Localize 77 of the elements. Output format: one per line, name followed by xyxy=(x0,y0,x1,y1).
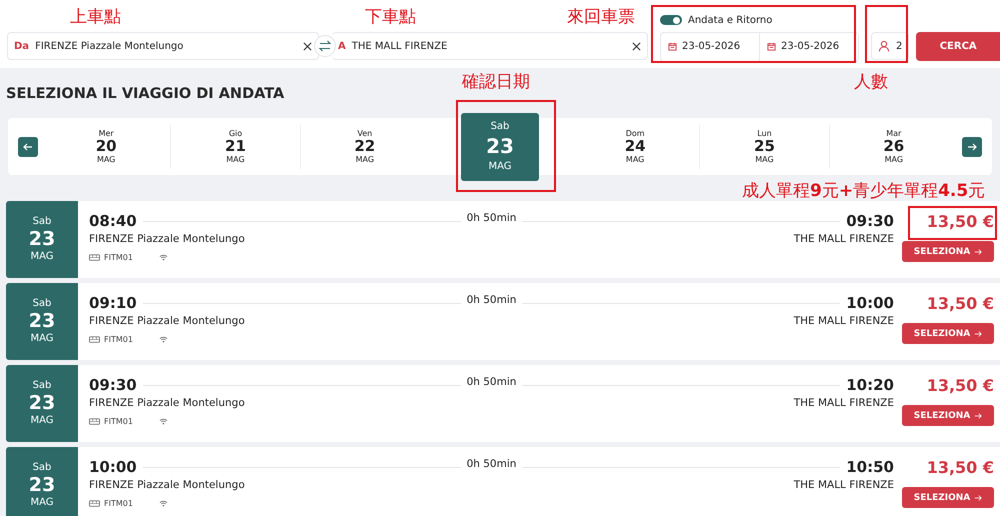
trip-date: Sab 23 MAG xyxy=(6,365,78,442)
select-button[interactable]: SELEZIONA xyxy=(902,323,994,344)
bus-code: FITM01 xyxy=(104,417,133,426)
date-tab[interactable]: Lun 25 MAG xyxy=(699,124,829,168)
duration: 0h 50min xyxy=(466,294,516,306)
wifi-icon xyxy=(158,336,168,343)
price: 13,50 € xyxy=(926,458,994,477)
clear-icon[interactable] xyxy=(303,42,312,50)
arrival-stop: THE MALL FIRENZE xyxy=(794,397,894,409)
departure-stop: FIRENZE Piazzale Montelungo xyxy=(89,397,245,409)
departure-time: 08:40 xyxy=(89,212,137,230)
date-tab[interactable]: Sab 23 MAG xyxy=(460,112,539,180)
search-button[interactable]: CERCA xyxy=(916,32,1000,60)
annotation-label: 來回車票 xyxy=(567,6,635,28)
arrow-right-icon xyxy=(974,412,982,420)
annotation-label: 下車點 xyxy=(365,6,416,28)
date-tab[interactable]: Mar 26 MAG xyxy=(828,124,958,168)
departure-field[interactable]: Da FIRENZE Piazzale Montelungo xyxy=(7,32,319,60)
date-tab[interactable]: Gio 21 MAG xyxy=(170,124,300,168)
toggle-label: Andata e Ritorno xyxy=(688,14,772,26)
price: 13,50 € xyxy=(926,212,994,231)
annotation-label: 人數 xyxy=(854,71,888,93)
departure-time: 10:00 xyxy=(89,458,137,476)
from-prefix: Da xyxy=(14,40,30,52)
section-heading: SELEZIONA IL VIAGGIO DI ANDATA xyxy=(6,85,286,104)
duration: 0h 50min xyxy=(466,212,516,224)
price: 13,50 € xyxy=(926,376,994,395)
arrival-stop: THE MALL FIRENZE xyxy=(794,233,894,245)
bus-icon xyxy=(89,418,100,426)
bus-code: FITM01 xyxy=(104,499,133,508)
date-tab[interactable]: Mer 20 MAG xyxy=(42,124,170,168)
arrival-time: 10:20 xyxy=(846,376,894,394)
arrow-right-icon xyxy=(974,330,982,338)
departure-time: 09:10 xyxy=(89,294,137,312)
arrival-stop: THE MALL FIRENZE xyxy=(794,479,894,491)
person-icon xyxy=(878,40,890,52)
trip-date: Sab 23 MAG xyxy=(6,447,78,516)
arrival-time: 10:00 xyxy=(846,294,894,312)
arrow-right-icon xyxy=(974,248,982,256)
trip-date: Sab 23 MAG xyxy=(6,283,78,360)
departure-value: FIRENZE Piazzale Montelungo xyxy=(35,40,184,52)
bus-icon xyxy=(89,500,100,508)
annotation-label: 確認日期 xyxy=(462,71,530,93)
wifi-icon xyxy=(158,500,168,507)
date-tab[interactable]: Ven 22 MAG xyxy=(300,124,429,168)
duration: 0h 50min xyxy=(466,458,516,470)
swap-icon[interactable] xyxy=(314,35,336,57)
annotation-frame xyxy=(865,5,908,63)
trip-date: Sab 23 MAG xyxy=(6,201,78,278)
bus-icon xyxy=(89,336,100,344)
departure-stop: FIRENZE Piazzale Montelungo xyxy=(89,479,245,491)
arrival-time: 10:50 xyxy=(846,458,894,476)
toggle-switch[interactable] xyxy=(660,15,682,25)
arrival-value: THE MALL FIRENZE xyxy=(352,40,448,52)
departure-stop: FIRENZE Piazzale Montelungo xyxy=(89,315,245,327)
clear-icon[interactable] xyxy=(632,42,641,50)
bus-icon xyxy=(89,254,100,262)
wifi-icon xyxy=(158,418,168,425)
price: 13,50 € xyxy=(926,294,994,313)
bus-code: FITM01 xyxy=(104,335,133,344)
select-button[interactable]: SELEZIONA xyxy=(902,487,994,508)
departure-stop: FIRENZE Piazzale Montelungo xyxy=(89,233,245,245)
bus-code: FITM01 xyxy=(104,253,133,262)
arrival-stop: THE MALL FIRENZE xyxy=(794,315,894,327)
arrival-time: 09:30 xyxy=(846,212,894,230)
annotation-label: 上車點 xyxy=(70,6,121,28)
arrow-right-icon xyxy=(974,494,982,502)
select-button[interactable]: SELEZIONA xyxy=(902,405,994,426)
arrival-field[interactable]: A THE MALL FIRENZE xyxy=(332,32,648,60)
departure-time: 09:30 xyxy=(89,376,137,394)
annotation-label: 成人單程9元+青少年單程4.5元 xyxy=(742,180,986,202)
passengers-field[interactable]: 2 xyxy=(871,32,910,60)
date-tab[interactable]: Dom 24 MAG xyxy=(570,124,700,168)
duration: 0h 50min xyxy=(466,376,516,388)
wifi-icon xyxy=(158,254,168,261)
to-prefix: A xyxy=(338,40,346,52)
select-button[interactable]: SELEZIONA xyxy=(902,241,994,262)
